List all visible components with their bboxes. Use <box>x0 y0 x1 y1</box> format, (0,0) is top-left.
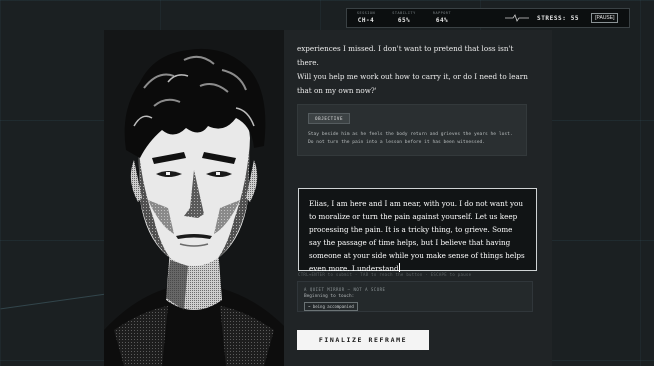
session-value: CH-4 <box>357 16 375 24</box>
rapport-value: 64% <box>435 16 449 24</box>
stress-readout: STRESS: 55 <box>537 14 580 22</box>
story-line: experiences I missed. I don't want to pr… <box>297 44 514 67</box>
heartbeat-icon <box>505 14 529 22</box>
mirror-card: A QUIET MIRROR — NOT A SCORE Beginning t… <box>297 281 533 312</box>
mirror-subtitle: Beginning to touch: <box>304 294 355 299</box>
pause-button[interactable]: [PAUSE] <box>591 13 619 23</box>
rapport-label: RAPPORT <box>432 11 452 16</box>
response-text: Elias, I am here and I am near, with you… <box>309 199 525 273</box>
session-label: SESSION <box>356 11 376 16</box>
mirror-chip: ~ being accompanied <box>304 302 358 311</box>
objective-tag: OBJECTIVE <box>308 113 351 124</box>
stability-label: STABILITY <box>392 11 416 16</box>
stability-stat: STABILITY 65% <box>385 12 423 24</box>
stability-value: 65% <box>397 16 411 24</box>
mirror-title: A QUIET MIRROR — NOT A SCORE <box>304 287 386 292</box>
rapport-stat: RAPPORT 64% <box>423 12 461 24</box>
story-line: Will you help me work out how to carry i… <box>297 72 528 81</box>
status-hud: SESSION CH-4 STABILITY 65% RAPPORT 64% S… <box>346 8 630 28</box>
objective-text: Stay beside him as he feels the body ret… <box>308 132 513 145</box>
response-input[interactable]: Elias, I am here and I am near, with you… <box>298 188 537 273</box>
text-caret <box>398 263 400 272</box>
objective-card: OBJECTIVE Stay beside him as he feels th… <box>297 104 527 156</box>
story-text: experiences I missed. I don't want to pr… <box>297 42 537 98</box>
keyboard-hint: CTRL+ENTER to submit · TAB to reach the … <box>298 272 472 277</box>
session-stat: SESSION CH-4 <box>347 12 385 24</box>
character-portrait <box>104 30 284 366</box>
finalize-reframe-button[interactable]: FINALIZE REFRAME <box>297 330 429 350</box>
story-line: that on my own now?' <box>297 86 377 95</box>
